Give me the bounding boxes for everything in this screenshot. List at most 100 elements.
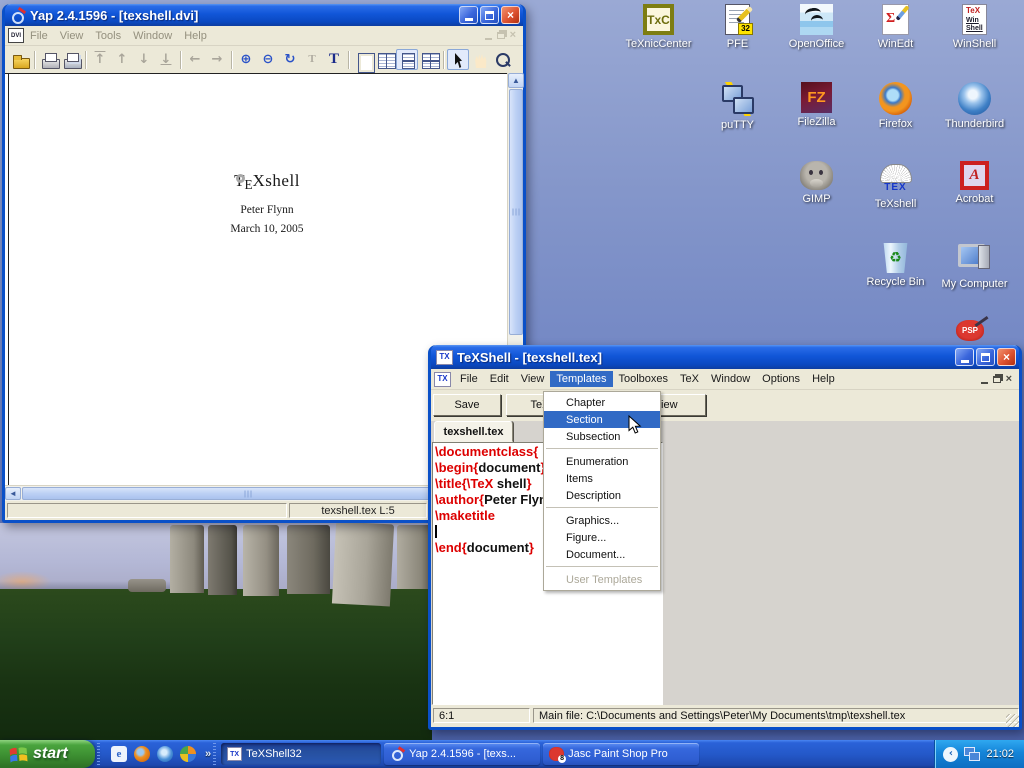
ts-menu-tex[interactable]: TeX: [674, 371, 705, 387]
main-file-path: Main file: C:\Documents and Settings\Pet…: [533, 708, 1019, 723]
quick-launch: e: [102, 746, 205, 762]
separator: [546, 507, 658, 509]
continuous-facing-view-icon[interactable]: [418, 49, 440, 70]
save-button[interactable]: Save: [433, 394, 501, 416]
quick-launch-firefox-icon[interactable]: [134, 746, 150, 762]
single-page-view-icon[interactable]: [352, 49, 374, 70]
yap-menu-help[interactable]: Help: [178, 28, 213, 44]
desktop-icon-my-computer[interactable]: My Computer: [935, 241, 1014, 290]
ts-menu-help[interactable]: Help: [806, 371, 841, 387]
menu-item-enumeration[interactable]: Enumeration: [544, 453, 660, 470]
tray-collapse-chevron[interactable]: ‹: [943, 747, 958, 762]
text-caret: [435, 525, 437, 538]
resize-grip[interactable]: [1006, 714, 1019, 727]
menu-item-items[interactable]: Items: [544, 470, 660, 487]
desktop-icon-acrobat[interactable]: Acrobat: [935, 161, 1014, 210]
yap-minimize-button[interactable]: [459, 6, 478, 24]
menu-item-description[interactable]: Description: [544, 487, 660, 504]
continuous-view-icon[interactable]: [396, 49, 418, 70]
mdi-close-icon[interactable]: ×: [510, 30, 516, 41]
quick-launch-thunderbird-icon[interactable]: [157, 746, 173, 762]
network-status-icon[interactable]: [964, 747, 980, 761]
back-icon[interactable]: ←: [184, 49, 206, 70]
menu-item-section[interactable]: Section: [544, 411, 660, 428]
text-tool-icon[interactable]: T: [323, 49, 345, 70]
page-edge-top: [5, 73, 507, 74]
yap-menu-view[interactable]: View: [54, 28, 90, 44]
desktop-icon-winshell[interactable]: WinShell: [935, 4, 1014, 50]
zoom-in-icon[interactable]: ⊕: [235, 49, 257, 70]
desktop-icon-texniccenter[interactable]: TeXnicCenter: [619, 4, 698, 50]
yap-maximize-button[interactable]: [480, 6, 499, 24]
menu-item-graphics[interactable]: Graphics...: [544, 512, 660, 529]
editor-tab[interactable]: texshell.tex: [434, 421, 513, 442]
zoom-out-icon[interactable]: ⊖: [257, 49, 279, 70]
desktop-icon-recycle-bin[interactable]: Recycle Bin: [856, 241, 935, 290]
task-button-yap[interactable]: Yap 2.4.1596 - [texs...: [384, 743, 540, 765]
mdi-close-icon[interactable]: ×: [1006, 374, 1012, 385]
desktop-icon-openoffice[interactable]: OpenOffice: [777, 4, 856, 50]
ts-menu-file[interactable]: File: [454, 371, 484, 387]
yap-menu-tools[interactable]: Tools: [89, 28, 127, 44]
yap-titlebar[interactable]: Yap 2.4.1596 - [texshell.dvi] ×: [5, 4, 523, 26]
open-file-icon[interactable]: [9, 49, 31, 70]
mdi-minimize-icon[interactable]: [981, 382, 988, 384]
last-page-icon[interactable]: ↓: [155, 49, 177, 70]
desktop-icon-pfe[interactable]: PFE: [698, 4, 777, 50]
horizontal-scroll-thumb[interactable]: [22, 487, 474, 500]
desktop-icon-putty[interactable]: puTTY: [698, 82, 777, 131]
mdi-restore-icon[interactable]: [497, 32, 505, 39]
menu-item-user-templates[interactable]: User Templates: [544, 571, 660, 588]
desktop-icon-filezilla[interactable]: FileZilla: [777, 82, 856, 131]
facing-pages-view-icon[interactable]: [374, 49, 396, 70]
desktop-icon-firefox[interactable]: Firefox: [856, 82, 935, 131]
task-button-texshell32[interactable]: TeXShell32: [221, 743, 381, 765]
taskbar-separator: [213, 743, 216, 765]
menu-item-subsection[interactable]: Subsection: [544, 428, 660, 445]
start-button[interactable]: start: [0, 740, 95, 768]
menu-item-chapter[interactable]: Chapter: [544, 394, 660, 411]
print-icon[interactable]: [38, 49, 60, 70]
menu-item-figure[interactable]: Figure...: [544, 529, 660, 546]
yap-toolbar: ↑↑↓↓←→⊕⊖↻TT: [5, 46, 523, 73]
ts-menu-toolboxes[interactable]: Toolboxes: [613, 371, 675, 387]
yap-menu-file[interactable]: File: [24, 28, 54, 44]
desktop-icon-thunderbird[interactable]: Thunderbird: [935, 82, 1014, 131]
icon-label: puTTY: [721, 119, 754, 131]
scroll-up-button[interactable]: ▲: [508, 73, 524, 88]
menu-item-document[interactable]: Document...: [544, 546, 660, 563]
print-preview-icon[interactable]: [60, 49, 82, 70]
desktop-icon-winedt[interactable]: WinEdt: [856, 4, 935, 50]
vertical-scroll-thumb[interactable]: [509, 89, 523, 335]
select-tool-icon[interactable]: [447, 49, 469, 70]
quick-launch-media-player-icon[interactable]: [180, 746, 196, 762]
mdi-minimize-icon[interactable]: [485, 38, 492, 40]
desktop-icon-gimp[interactable]: GIMP: [777, 161, 856, 210]
ts-menu-options[interactable]: Options: [756, 371, 806, 387]
previous-page-icon[interactable]: ↑: [111, 49, 133, 70]
ts-menu-edit[interactable]: Edit: [484, 371, 515, 387]
next-page-icon[interactable]: ↓: [133, 49, 155, 70]
yap-close-button[interactable]: ×: [501, 6, 520, 24]
scroll-left-button[interactable]: ◄: [5, 487, 21, 500]
mdi-restore-icon[interactable]: [993, 376, 1001, 383]
ts-menu-templates[interactable]: Templates: [550, 371, 612, 387]
refresh-icon[interactable]: ↻: [279, 49, 301, 70]
yap-menu-window[interactable]: Window: [127, 28, 178, 44]
ruler-tool-icon[interactable]: T: [301, 49, 323, 70]
forward-icon[interactable]: →: [206, 49, 228, 70]
texshell-minimize-button[interactable]: [955, 348, 974, 366]
texshell-maximize-button[interactable]: [976, 348, 995, 366]
quick-launch-overflow-chevron[interactable]: »: [205, 748, 211, 760]
desktop-icon-paint-shop-pro[interactable]: [956, 320, 984, 341]
quick-launch-ie-icon[interactable]: e: [111, 746, 127, 762]
desktop-icon-texshell[interactable]: TeXshell: [856, 161, 935, 210]
texshell-titlebar[interactable]: TX TeXShell - [texshell.tex] ×: [431, 345, 1019, 369]
magnifier-tool-icon[interactable]: [491, 49, 513, 70]
ts-menu-window[interactable]: Window: [705, 371, 756, 387]
task-button-paint-shop-pro[interactable]: Jasc Paint Shop Pro: [543, 743, 699, 765]
first-page-icon[interactable]: ↑: [89, 49, 111, 70]
texshell-close-button[interactable]: ×: [997, 348, 1016, 366]
ts-menu-view[interactable]: View: [515, 371, 551, 387]
hand-tool-icon[interactable]: [469, 49, 491, 70]
